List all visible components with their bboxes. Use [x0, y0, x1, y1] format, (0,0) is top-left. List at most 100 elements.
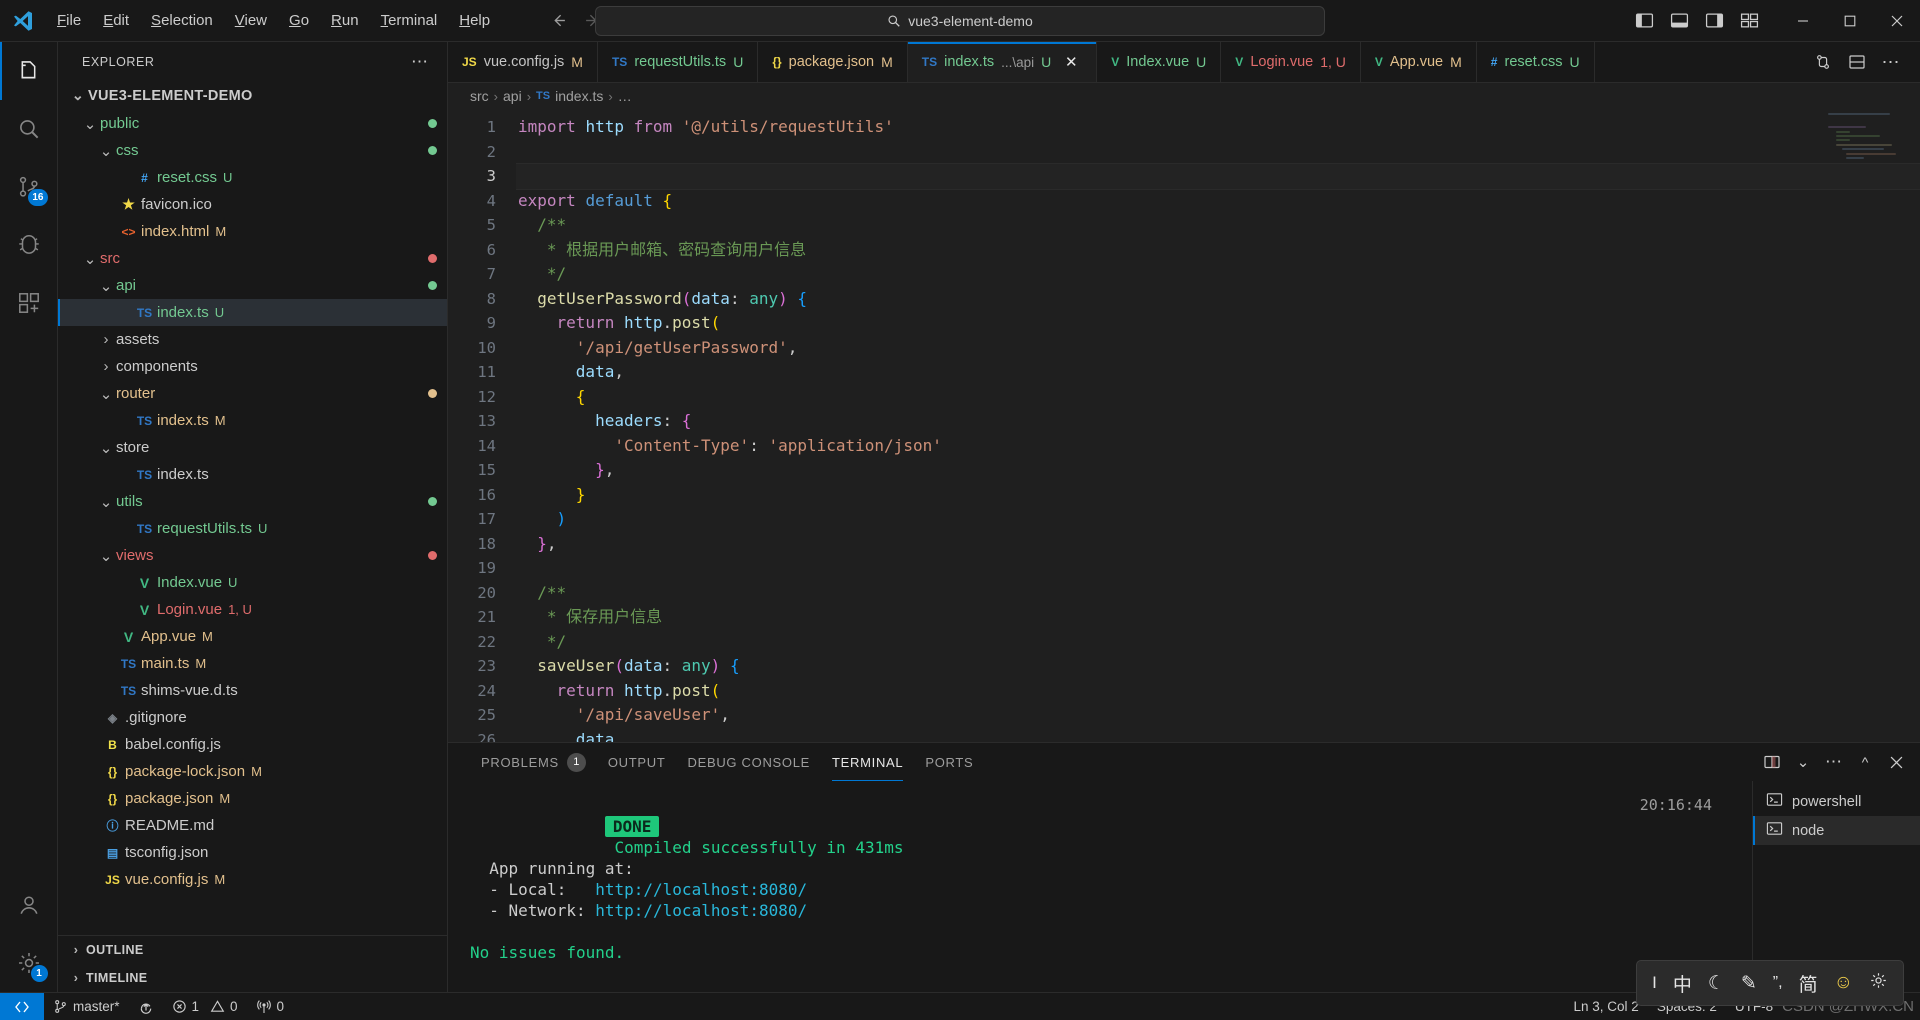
- editor-tab-package-json[interactable]: {} package.json M: [758, 42, 908, 82]
- panel-tab-output[interactable]: OUTPUT: [597, 743, 677, 781]
- menu-selection[interactable]: Selection: [140, 8, 224, 33]
- minimize-window-button[interactable]: [1779, 0, 1826, 42]
- code-line[interactable]: * 保存用户信息: [516, 605, 1920, 630]
- activity-item-explorer[interactable]: [0, 42, 58, 100]
- code-line[interactable]: import http from '@/utils/requestUtils': [516, 115, 1920, 140]
- tree-item-shims-vue-d-ts[interactable]: TS shims-vue.d.ts: [58, 677, 447, 704]
- tree-item-requestutils-ts[interactable]: TS requestUtils.ts U: [58, 515, 447, 542]
- tree-item-index-ts[interactable]: TS index.ts M: [58, 407, 447, 434]
- gear-icon[interactable]: [1869, 971, 1888, 996]
- go-back-icon[interactable]: [543, 8, 573, 34]
- code-line[interactable]: data,: [516, 360, 1920, 385]
- code-line[interactable]: headers: {: [516, 409, 1920, 434]
- tree-item-index-ts[interactable]: TS index.ts: [58, 461, 447, 488]
- tree-item-package-lock-json[interactable]: {} package-lock.json M: [58, 758, 447, 785]
- code-line[interactable]: },: [516, 458, 1920, 483]
- activity-item-run-debug[interactable]: [0, 216, 58, 274]
- maximize-window-button[interactable]: [1826, 0, 1873, 42]
- tree-item-router[interactable]: ⌄ router: [58, 380, 447, 407]
- menu-file[interactable]: File: [46, 8, 92, 33]
- chevron-down-icon[interactable]: ⌄: [1789, 749, 1817, 775]
- editor-scrollbar[interactable]: [1906, 109, 1920, 742]
- chevron-down-icon[interactable]: ⌄: [96, 493, 116, 511]
- code-line[interactable]: /**: [516, 581, 1920, 606]
- tree-item-package-json[interactable]: {} package.json M: [58, 785, 447, 812]
- status-branch[interactable]: master*: [44, 993, 129, 1020]
- breadcrumb-src[interactable]: src: [470, 88, 489, 104]
- breadcrumb[interactable]: src › api › TS index.ts › …: [448, 83, 1920, 109]
- toggle-primary-sidebar-icon[interactable]: [1628, 7, 1660, 35]
- ime-toolbar[interactable]: I 中 ☾ ✎ ”, 简 ☺: [1636, 960, 1904, 1006]
- tree-item-public[interactable]: ⌄ public: [58, 110, 447, 137]
- split-terminal-icon[interactable]: [1758, 749, 1786, 775]
- panel-tab-debug-console[interactable]: DEBUG CONSOLE: [677, 743, 822, 781]
- chevron-right-icon[interactable]: ›: [96, 331, 116, 348]
- panel-tab-ports[interactable]: PORTS: [914, 743, 984, 781]
- activity-item-settings[interactable]: 1: [0, 934, 58, 992]
- network-url[interactable]: http://localhost:8080/: [595, 901, 807, 920]
- maximize-panel-icon[interactable]: ^: [1851, 749, 1879, 775]
- editor-tab-reset-css[interactable]: # reset.css U: [1476, 42, 1595, 82]
- terminal-list-item-node[interactable]: node: [1753, 816, 1920, 845]
- sidebar-more-icon[interactable]: ⋯: [403, 52, 437, 72]
- minimap[interactable]: [1828, 113, 1898, 193]
- menu-bar[interactable]: File Edit Selection View Go Run Terminal…: [46, 8, 501, 33]
- panel-tab-problems[interactable]: PROBLEMS 1: [470, 743, 597, 781]
- code-line[interactable]: },: [516, 532, 1920, 557]
- tree-item-src[interactable]: ⌄ src: [58, 245, 447, 272]
- activity-item-source-control[interactable]: 16: [0, 158, 58, 216]
- customize-layout-icon[interactable]: [1733, 7, 1765, 35]
- editor-tab-vue-config-js[interactable]: JS vue.config.js M: [448, 42, 598, 82]
- code-content[interactable]: import http from '@/utils/requestUtils' …: [516, 109, 1920, 742]
- pen-icon[interactable]: ✎: [1741, 972, 1757, 995]
- tree-item-favicon-ico[interactable]: ★ favicon.ico: [58, 191, 447, 218]
- tree-item-vue-config-js[interactable]: JS vue.config.js M: [58, 866, 447, 893]
- code-line[interactable]: '/api/saveUser',: [516, 703, 1920, 728]
- terminal-output[interactable]: 20:16:44 DONE Compiled successfully in 4…: [448, 781, 1752, 992]
- chevron-down-icon[interactable]: ⌄: [96, 385, 116, 403]
- chevron-down-icon[interactable]: ⌄: [80, 250, 100, 268]
- more-actions-icon[interactable]: ⋯: [1876, 48, 1906, 76]
- ime-punctuation-label[interactable]: ”,: [1773, 974, 1783, 992]
- tree-item-tsconfig-json[interactable]: ▤ tsconfig.json: [58, 839, 447, 866]
- status-problems[interactable]: 1 0: [163, 993, 247, 1020]
- tab-close-icon[interactable]: ✕: [1060, 51, 1082, 73]
- chevron-right-icon[interactable]: ›: [96, 358, 116, 375]
- menu-edit[interactable]: Edit: [92, 8, 140, 33]
- menu-go[interactable]: Go: [278, 8, 320, 33]
- chevron-down-icon[interactable]: ⌄: [80, 115, 100, 133]
- status-ports[interactable]: 0: [247, 993, 294, 1020]
- code-line[interactable]: ): [516, 507, 1920, 532]
- more-actions-icon[interactable]: ⋯: [1820, 749, 1848, 775]
- code-line[interactable]: saveUser(data: any) {: [516, 654, 1920, 679]
- chevron-down-icon[interactable]: ⌄: [96, 142, 116, 160]
- command-center[interactable]: vue3-element-demo: [595, 5, 1325, 36]
- code-line[interactable]: getUserPassword(data: any) {: [516, 287, 1920, 312]
- editor-tab-app-vue[interactable]: V App.vue M: [1360, 42, 1477, 82]
- menu-view[interactable]: View: [224, 8, 278, 33]
- tree-item-utils[interactable]: ⌄ utils: [58, 488, 447, 515]
- code-editor[interactable]: 1 2 3 4 5 6 7 8 9 10 11 12 13 14 15 16 17 18 19 20 21 22 23 24 2…: [448, 109, 1920, 742]
- ime-mode-label[interactable]: 中: [1673, 970, 1692, 997]
- editor-tab-bar[interactable]: JS vue.config.js M TS requestUtils.ts U {} pack…: [448, 42, 1920, 83]
- file-tree[interactable]: ⌄ public ⌄ css # reset.css U ★ favicon.ico <> inde…: [58, 110, 447, 935]
- tree-root-folder[interactable]: ⌄ VUE3-ELEMENT-DEMO: [58, 82, 447, 110]
- tree-item-babel-config-js[interactable]: Bbabel.config.js: [58, 731, 447, 758]
- emoji-icon[interactable]: ☺: [1834, 972, 1853, 994]
- panel-tab-bar[interactable]: PROBLEMS 1 OUTPUT DEBUG CONSOLE TERMINAL PORT…: [448, 743, 1920, 781]
- tree-item-components[interactable]: › components: [58, 353, 447, 380]
- code-line[interactable]: export default {: [516, 189, 1920, 214]
- code-line[interactable]: 'Content-Type': 'application/json': [516, 434, 1920, 459]
- toggle-secondary-sidebar-icon[interactable]: [1698, 7, 1730, 35]
- toggle-panel-icon[interactable]: [1663, 7, 1695, 35]
- close-panel-icon[interactable]: [1882, 749, 1910, 775]
- tree-item-index-vue[interactable]: V Index.vue U: [58, 569, 447, 596]
- editor-tab-login-vue[interactable]: V Login.vue 1, U: [1221, 42, 1361, 82]
- close-window-button[interactable]: [1873, 0, 1920, 42]
- menu-help[interactable]: Help: [448, 8, 501, 33]
- tree-item-app-vue[interactable]: V App.vue M: [58, 623, 447, 650]
- breadcrumb-api[interactable]: api: [503, 88, 522, 104]
- code-line[interactable]: */: [516, 630, 1920, 655]
- tree-item-views[interactable]: ⌄ views: [58, 542, 447, 569]
- panel-tab-terminal[interactable]: TERMINAL: [821, 743, 914, 781]
